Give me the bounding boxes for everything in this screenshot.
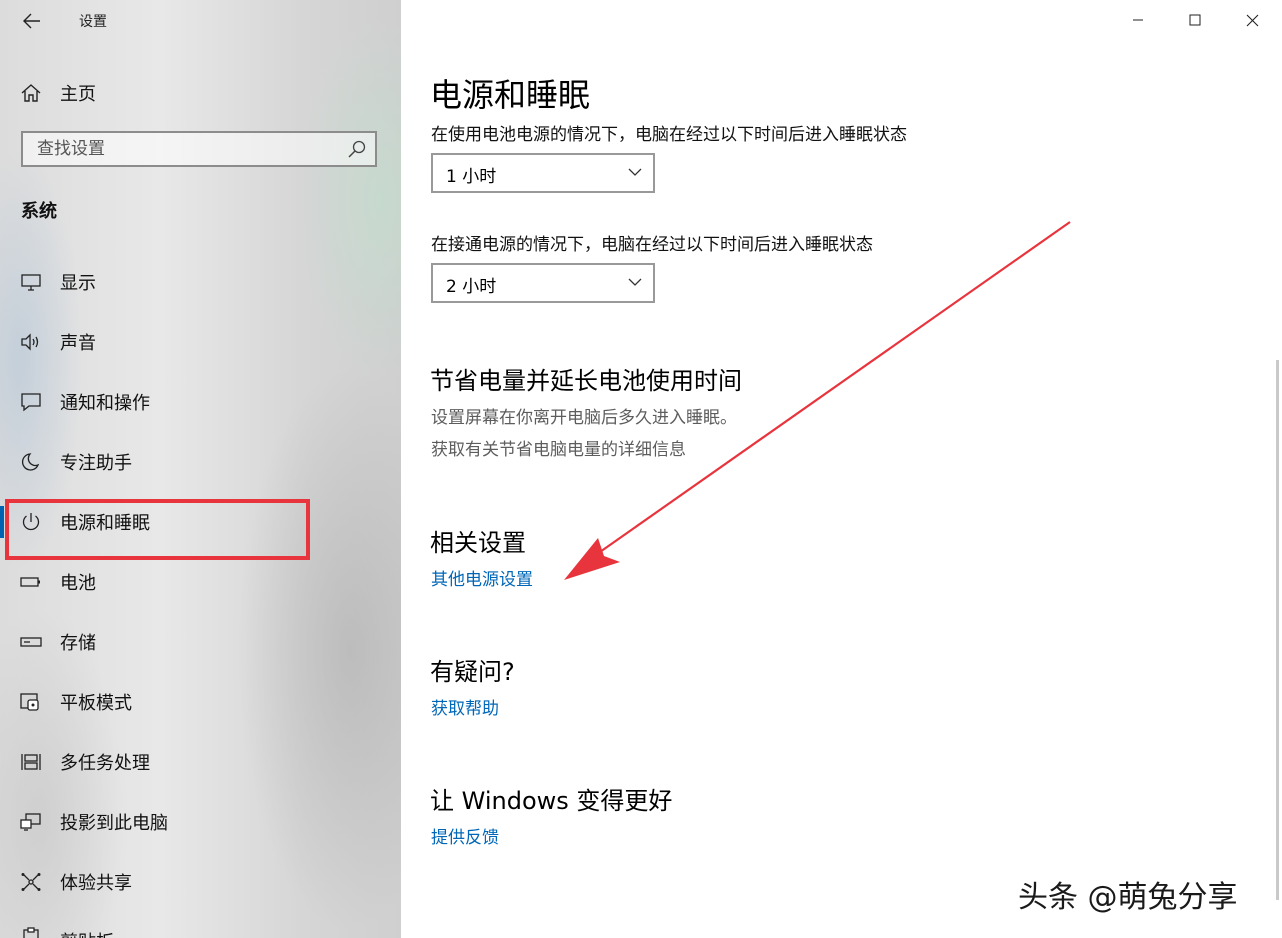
sidebar: 设置 主页 系统 显示 xyxy=(0,0,401,938)
sidebar-item-focus-assist[interactable]: 专注助手 xyxy=(0,432,401,492)
sidebar-item-clipboard[interactable]: 剪贴板 xyxy=(0,912,401,938)
sidebar-item-display[interactable]: 显示 xyxy=(0,252,401,312)
sidebar-item-battery[interactable]: 电池 xyxy=(0,552,401,612)
dropdown-value: 2 小时 xyxy=(446,277,497,297)
search-box[interactable] xyxy=(21,131,377,167)
additional-power-settings-link[interactable]: 其他电源设置 xyxy=(431,565,533,590)
sidebar-item-label: 平板模式 xyxy=(60,693,132,714)
back-button[interactable] xyxy=(18,8,46,34)
questions-heading: 有疑问? xyxy=(430,658,515,686)
monitor-icon xyxy=(20,271,42,293)
save-power-line-1: 设置屏幕在你离开电脑后多久进入睡眠。 xyxy=(431,408,737,428)
battery-icon xyxy=(20,571,42,593)
save-power-heading: 节省电量并延长电池使用时间 xyxy=(430,367,742,395)
sidebar-item-multitasking[interactable]: 多任务处理 xyxy=(0,732,401,792)
sidebar-item-label: 体验共享 xyxy=(60,873,132,894)
search-icon[interactable] xyxy=(347,139,367,159)
chevron-down-icon xyxy=(628,278,642,286)
app-title: 设置 xyxy=(79,14,107,30)
chevron-down-icon xyxy=(628,168,642,176)
multitasking-icon xyxy=(20,751,42,773)
maximize-icon xyxy=(1189,14,1201,26)
project-icon xyxy=(20,811,42,833)
search-input[interactable] xyxy=(37,137,337,161)
battery-sleep-description: 在使用电池电源的情况下，电脑在经过以下时间后进入睡眠状态 xyxy=(431,125,907,145)
tablet-mode-icon xyxy=(20,691,42,713)
active-indicator xyxy=(0,506,4,538)
close-icon xyxy=(1246,14,1258,26)
page-title: 电源和睡眠 xyxy=(430,76,591,114)
battery-sleep-dropdown[interactable]: 1 小时 xyxy=(431,153,655,193)
sidebar-item-notifications[interactable]: 通知和操作 xyxy=(0,372,401,432)
home-icon xyxy=(21,84,41,102)
back-arrow-icon xyxy=(23,13,40,29)
sidebar-item-label: 投影到此电脑 xyxy=(60,813,168,834)
maximize-button[interactable] xyxy=(1172,5,1218,35)
minimize-icon xyxy=(1133,19,1143,21)
title-bar: 设置 xyxy=(0,0,401,42)
sidebar-item-label: 通知和操作 xyxy=(60,393,150,414)
sidebar-item-label: 电池 xyxy=(60,573,96,594)
save-power-line-2: 获取有关节省电脑电量的详细信息 xyxy=(431,440,686,460)
notification-icon xyxy=(20,391,42,413)
minimize-button[interactable] xyxy=(1115,5,1161,35)
sidebar-item-storage[interactable]: 存储 xyxy=(0,612,401,672)
speaker-icon xyxy=(20,331,42,353)
sidebar-item-label: 主页 xyxy=(60,84,96,105)
shared-experience-icon xyxy=(20,871,42,893)
scrollbar[interactable] xyxy=(1276,360,1279,900)
sidebar-item-project[interactable]: 投影到此电脑 xyxy=(0,792,401,852)
dropdown-value: 1 小时 xyxy=(446,167,497,187)
section-title: 系统 xyxy=(21,201,57,222)
sidebar-item-label: 剪贴板 xyxy=(60,928,114,938)
settings-window: 设置 主页 系统 显示 xyxy=(0,0,1282,938)
sidebar-item-label: 显示 xyxy=(60,273,96,294)
sidebar-item-label: 存储 xyxy=(60,633,96,654)
sidebar-item-shared-experience[interactable]: 体验共享 xyxy=(0,852,401,912)
close-button[interactable] xyxy=(1229,5,1275,35)
storage-icon xyxy=(20,631,42,653)
sidebar-item-label: 声音 xyxy=(60,333,96,354)
related-settings-heading: 相关设置 xyxy=(430,529,526,557)
plugged-sleep-description: 在接通电源的情况下，电脑在经过以下时间后进入睡眠状态 xyxy=(431,235,873,255)
clipboard-icon xyxy=(20,926,42,938)
sidebar-item-home[interactable]: 主页 xyxy=(20,78,96,108)
plugged-sleep-dropdown[interactable]: 2 小时 xyxy=(431,263,655,303)
sidebar-item-label: 专注助手 xyxy=(60,453,132,474)
feedback-heading: 让 Windows 变得更好 xyxy=(430,787,673,815)
give-feedback-link[interactable]: 提供反馈 xyxy=(431,823,499,848)
get-help-link[interactable]: 获取帮助 xyxy=(431,694,499,719)
moon-icon xyxy=(20,451,42,473)
watermark: 头条 @萌兔分享 xyxy=(1018,880,1238,915)
sidebar-item-sound[interactable]: 声音 xyxy=(0,312,401,372)
sidebar-item-label: 多任务处理 xyxy=(60,753,150,774)
sidebar-item-tablet-mode[interactable]: 平板模式 xyxy=(0,672,401,732)
annotation-highlight-box xyxy=(5,499,310,560)
